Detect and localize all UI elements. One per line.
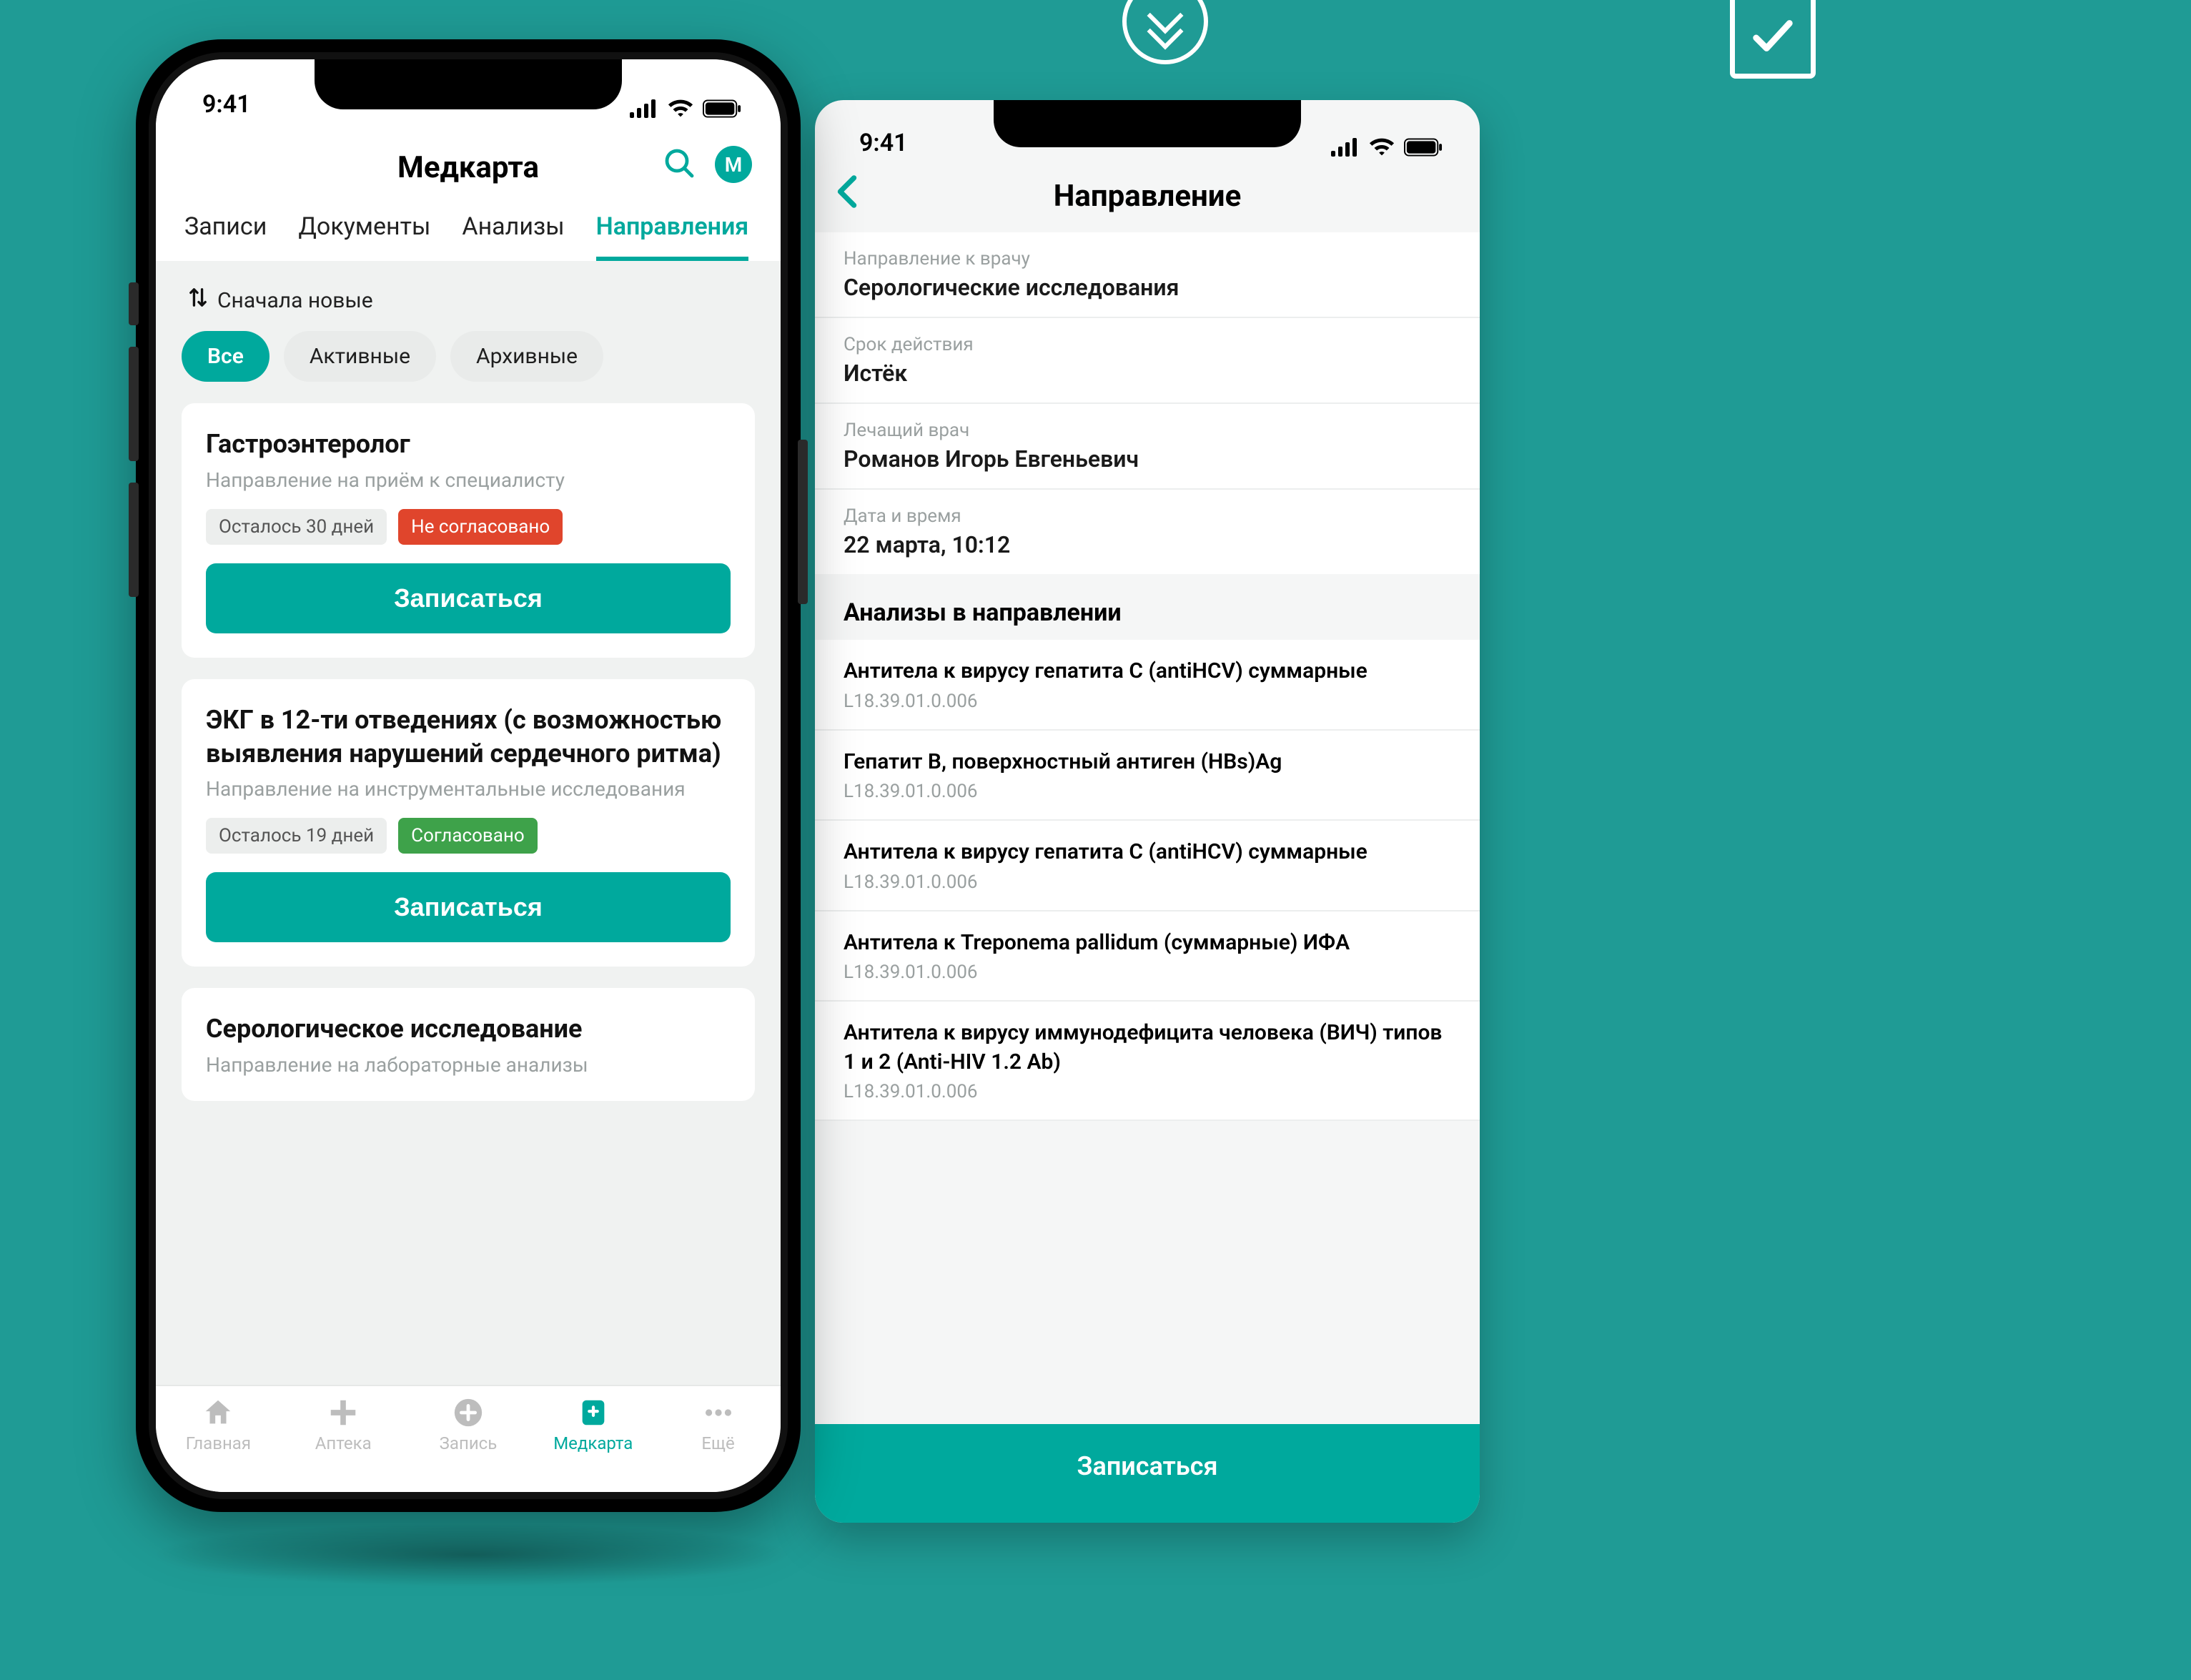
sort-label: Сначала новые bbox=[217, 288, 373, 313]
analysis-code: L18.39.01.0.006 bbox=[844, 1081, 1451, 1102]
sort-icon bbox=[189, 287, 207, 314]
notch bbox=[315, 59, 622, 109]
analysis-code: L18.39.01.0.006 bbox=[844, 691, 1451, 712]
status-badge: Не согласовано bbox=[398, 509, 563, 545]
nav-label: Запись bbox=[440, 1433, 498, 1453]
phone-list: 9:41 Медкарта M bbox=[136, 39, 801, 1512]
analysis-code: L18.39.01.0.006 bbox=[844, 871, 1451, 893]
plus-icon bbox=[327, 1396, 360, 1429]
chip-archived[interactable]: Архивные bbox=[450, 331, 603, 382]
days-badge: Осталось 19 дней bbox=[206, 818, 387, 854]
info-label: Лечащий врач bbox=[844, 420, 1451, 441]
analysis-title: Антитела к вирусу иммунодефицита человек… bbox=[844, 1019, 1451, 1077]
analysis-title: Гепатит B, поверхностный антиген (HBs)Ag bbox=[844, 748, 1451, 777]
list-body[interactable]: Сначала новые Все Активные Архивные Гаст… bbox=[156, 261, 781, 1101]
detail-info-section: Направление к врачу Серологические исслед… bbox=[815, 232, 1480, 574]
analysis-item[interactable]: Антитела к Treponema pallidum (суммарные… bbox=[815, 911, 1480, 1002]
deco-check-icon bbox=[1730, 0, 1816, 79]
avatar[interactable]: M bbox=[715, 146, 752, 183]
bottom-nav: Главная Аптека Запись Медкарта Ещё bbox=[156, 1385, 781, 1492]
analysis-title: Антитела к вирусу гепатита C (antiHCV) с… bbox=[844, 657, 1451, 686]
enroll-button[interactable]: Записаться bbox=[206, 872, 731, 942]
nav-pharmacy[interactable]: Аптека bbox=[286, 1396, 400, 1453]
analysis-item[interactable]: Антитела к вирусу гепатита C (antiHCV) с… bbox=[815, 821, 1480, 911]
list-header: Медкарта M Записи Документы Анализы Напр… bbox=[156, 127, 781, 261]
detail-header: Направление bbox=[815, 164, 1480, 232]
filter-chips: Все Активные Архивные bbox=[182, 331, 755, 403]
status-time: 9:41 bbox=[859, 129, 908, 157]
tabs: Записи Документы Анализы Направления bbox=[184, 205, 752, 261]
deco-scroll-icon bbox=[1122, 0, 1208, 64]
info-row: Срок действия Истёк bbox=[815, 318, 1480, 404]
info-row: Лечащий врач Романов Игорь Евгеньевич bbox=[815, 404, 1480, 490]
info-value: Романов Игорь Евгеньевич bbox=[844, 445, 1451, 473]
mute-switch bbox=[129, 282, 139, 325]
phone-detail: 9:41 Направление Направление к врачу Серо… bbox=[815, 100, 1480, 1523]
tab-analyses[interactable]: Анализы bbox=[462, 205, 564, 261]
days-badge: Осталось 30 дней bbox=[206, 509, 387, 545]
nav-home[interactable]: Главная bbox=[161, 1396, 275, 1453]
tab-documents[interactable]: Документы bbox=[298, 205, 430, 261]
back-button[interactable] bbox=[836, 174, 858, 212]
home-icon bbox=[202, 1396, 234, 1429]
power-button bbox=[798, 440, 808, 604]
card-title: Серологическое исследование bbox=[206, 1012, 731, 1046]
analysis-item[interactable]: Антитела к вирусу гепатита C (antiHCV) с… bbox=[815, 640, 1480, 731]
info-row: Направление к врачу Серологические исслед… bbox=[815, 232, 1480, 318]
phone-shadow bbox=[150, 1523, 793, 1587]
nav-more[interactable]: Ещё bbox=[661, 1396, 776, 1453]
status-icons bbox=[630, 99, 741, 119]
analysis-item[interactable]: Гепатит B, поверхностный антиген (HBs)Ag… bbox=[815, 731, 1480, 821]
medcard-icon bbox=[577, 1396, 610, 1429]
volume-down-button bbox=[129, 483, 139, 597]
referral-card[interactable]: Серологическое исследование Направление … bbox=[182, 988, 755, 1101]
tab-referrals[interactable]: Направления bbox=[596, 205, 749, 261]
nav-label: Аптека bbox=[315, 1433, 372, 1453]
info-value: Истёк bbox=[844, 360, 1451, 387]
card-title: ЭКГ в 12-ти отведениях (с возможностью в… bbox=[206, 703, 731, 771]
info-value: Серологические исследования bbox=[844, 274, 1451, 301]
info-row: Дата и время 22 марта, 10:12 bbox=[815, 490, 1480, 574]
sort-toggle[interactable]: Сначала новые bbox=[182, 281, 755, 331]
analysis-code: L18.39.01.0.006 bbox=[844, 781, 1451, 802]
info-label: Срок действия bbox=[844, 334, 1451, 355]
tab-records[interactable]: Записи bbox=[184, 205, 267, 261]
notch bbox=[994, 100, 1301, 147]
analysis-item[interactable]: Антитела к вирусу иммунодефицита человек… bbox=[815, 1002, 1480, 1121]
info-label: Направление к врачу bbox=[844, 248, 1451, 270]
referral-card[interactable]: ЭКГ в 12-ти отведениях (с возможностью в… bbox=[182, 679, 755, 967]
volume-up-button bbox=[129, 347, 139, 461]
info-label: Дата и время bbox=[844, 505, 1451, 527]
status-time: 9:41 bbox=[202, 90, 251, 119]
nav-label: Главная bbox=[186, 1433, 251, 1453]
analyses-heading: Анализы в направлении bbox=[815, 591, 1480, 640]
analysis-title: Антитела к Treponema pallidum (суммарные… bbox=[844, 929, 1451, 958]
nav-appointment[interactable]: Запись bbox=[411, 1396, 525, 1453]
more-icon bbox=[702, 1396, 735, 1429]
analysis-code: L18.39.01.0.006 bbox=[844, 962, 1451, 983]
card-subtitle: Направление на приём к специалисту bbox=[206, 468, 731, 492]
detail-title: Направление bbox=[1054, 179, 1242, 214]
card-title: Гастроэнтеролог bbox=[206, 428, 731, 461]
nav-label: Ещё bbox=[701, 1433, 734, 1453]
info-value: 22 марта, 10:12 bbox=[844, 531, 1451, 558]
referral-card[interactable]: Гастроэнтеролог Направление на приём к с… bbox=[182, 403, 755, 658]
nav-label: Медкарта bbox=[553, 1433, 633, 1453]
analyses-list: Антитела к вирусу гепатита C (antiHCV) с… bbox=[815, 640, 1480, 1121]
enroll-button[interactable]: Записаться bbox=[815, 1424, 1480, 1523]
status-badge: Согласовано bbox=[398, 818, 538, 854]
page-title: Медкарта bbox=[397, 150, 539, 185]
card-subtitle: Направление на инструментальные исследов… bbox=[206, 777, 731, 801]
search-icon[interactable] bbox=[662, 146, 696, 183]
nav-medcard[interactable]: Медкарта bbox=[536, 1396, 651, 1453]
card-subtitle: Направление на лабораторные анализы bbox=[206, 1053, 731, 1077]
enroll-button[interactable]: Записаться bbox=[206, 563, 731, 633]
analysis-title: Антитела к вирусу гепатита C (antiHCV) с… bbox=[844, 838, 1451, 867]
add-circle-icon bbox=[452, 1396, 485, 1429]
chip-all[interactable]: Все bbox=[182, 331, 269, 382]
status-icons bbox=[1331, 137, 1443, 157]
chip-active[interactable]: Активные bbox=[284, 331, 436, 382]
